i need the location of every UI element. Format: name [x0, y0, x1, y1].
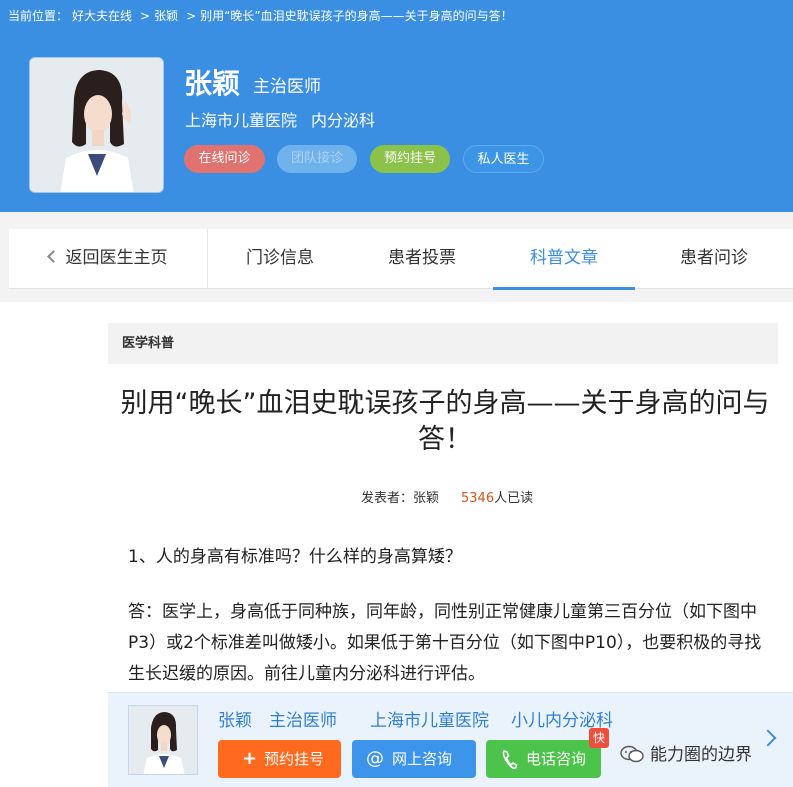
- breadcrumb-separator: >: [140, 9, 151, 23]
- back-to-doctor-home[interactable]: 返回医生主页: [9, 229, 208, 289]
- footer-doctor-name[interactable]: 张颖: [218, 706, 252, 731]
- at-icon: @: [366, 748, 384, 769]
- watermark-text: 能力圈的边界: [650, 745, 752, 765]
- private-doctor-button[interactable]: 私人医生: [463, 145, 544, 173]
- breadcrumb-link-home[interactable]: 好大夫在线: [72, 9, 132, 23]
- back-label: 返回医生主页: [65, 248, 168, 268]
- footer-online-consult-button[interactable]: @ 网上咨询: [352, 740, 476, 778]
- article-answer: 答：医学上，身高低于同种族，同年龄，同性别正常健康儿童第三百分位（如下图中P3）…: [128, 602, 762, 684]
- doctor-title: 主治医师: [253, 77, 321, 97]
- footer-book-button[interactable]: + 预约挂号: [218, 740, 341, 778]
- breadcrumb-label: 当前位置：: [8, 9, 69, 23]
- tab-patient-consults[interactable]: 患者问诊: [635, 229, 793, 289]
- breadcrumb: 当前位置： 好大夫在线 > 张颖 > 别用“晚长”血泪史耽误孩子的身高——关于身高的问与答…: [8, 7, 517, 27]
- footer-book-label: 预约挂号: [264, 750, 325, 768]
- footer-hospital[interactable]: 上海市儿童医院: [370, 706, 489, 731]
- breadcrumb-link-doctor[interactable]: 张颖: [154, 9, 178, 23]
- article-question: 1、人的身高有标准吗？什么样的身高算矮？: [128, 547, 462, 567]
- online-consult-button[interactable]: 在线问诊: [184, 145, 265, 173]
- footer-phone-label: 电话咨询: [526, 750, 587, 768]
- team-consult-button[interactable]: 团队接诊: [277, 145, 357, 173]
- article-category: 医学科普: [108, 323, 778, 364]
- doctor-name: 张颖: [184, 67, 241, 100]
- footer-doctor-title: 主治医师: [269, 711, 337, 731]
- phone-icon: [500, 740, 518, 787]
- footer-online-label: 网上咨询: [392, 750, 453, 768]
- doctor-avatar: [29, 57, 164, 193]
- active-tab-indicator: [493, 287, 635, 290]
- chevron-left-icon: [46, 250, 60, 263]
- tab-articles[interactable]: 科普文章: [493, 229, 635, 290]
- footer-phone-consult-button[interactable]: 电话咨询: [486, 740, 601, 778]
- article-byline: 发表者：张颖 5346人已读: [361, 487, 533, 506]
- breadcrumb-current: 别用“晚长”血泪史耽误孩子的身高——关于身高的问与答！: [200, 9, 513, 23]
- footer-doctor-avatar: [128, 705, 198, 775]
- plus-icon: +: [242, 748, 258, 769]
- tab-clinic-info[interactable]: 门诊信息: [209, 229, 351, 289]
- article-title: 别用“晚长”血泪史耽误孩子的身高——关于身高的问与答！: [120, 388, 770, 455]
- book-appointment-button[interactable]: 预约挂号: [370, 145, 450, 173]
- breadcrumb-separator: >: [186, 9, 197, 23]
- tab-patient-votes[interactable]: 患者投票: [351, 229, 493, 289]
- author-label: 发表者：张颖: [361, 491, 440, 506]
- tab-articles-label: 科普文章: [530, 248, 598, 268]
- tab-bar: 返回医生主页 门诊信息 患者投票 科普文章 患者问诊: [9, 229, 793, 290]
- doctor-hospital[interactable]: 上海市儿童医院: [185, 107, 297, 131]
- read-count: 5346: [461, 491, 495, 506]
- watermark: 能力圈的边界: [620, 740, 752, 765]
- fast-badge: 快: [589, 728, 609, 748]
- read-count-suffix: 人已读: [494, 491, 534, 506]
- doctor-department[interactable]: 内分泌科: [311, 107, 375, 131]
- wechat-icon: [620, 745, 644, 763]
